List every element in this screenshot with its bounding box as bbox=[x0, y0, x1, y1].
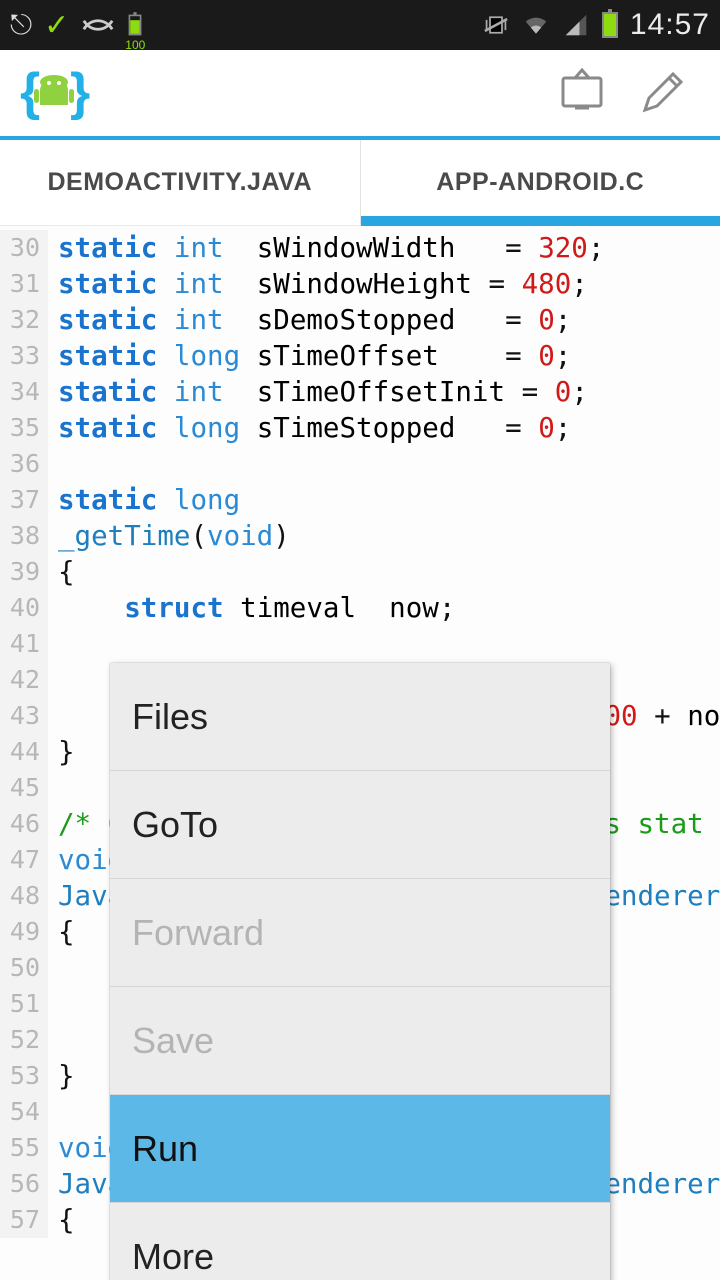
status-time: 14:57 bbox=[630, 8, 710, 42]
menu-item-label: More bbox=[132, 1236, 214, 1278]
line-number: 51 bbox=[0, 986, 48, 1022]
code-content: static int sWindowHeight = 480; bbox=[48, 266, 720, 302]
code-line[interactable]: 33static long sTimeOffset = 0; bbox=[0, 338, 720, 374]
app-logo-icon: { } bbox=[18, 55, 90, 132]
code-line[interactable]: 35static long sTimeStopped = 0; bbox=[0, 410, 720, 446]
vibrate-icon bbox=[482, 13, 510, 37]
line-number: 57 bbox=[0, 1202, 48, 1238]
line-number: 32 bbox=[0, 302, 48, 338]
line-number: 41 bbox=[0, 626, 48, 662]
menu-item-label: Files bbox=[132, 696, 208, 738]
code-content: { bbox=[48, 554, 720, 590]
line-number: 56 bbox=[0, 1166, 48, 1202]
line-number: 40 bbox=[0, 590, 48, 626]
context-menu: Files GoTo Forward Save Run More bbox=[110, 663, 610, 1280]
code-line[interactable]: 39{ bbox=[0, 554, 720, 590]
share-screen-button[interactable] bbox=[542, 58, 622, 128]
menu-item-files[interactable]: Files bbox=[110, 663, 610, 771]
code-content: static long sTimeOffset = 0; bbox=[48, 338, 720, 374]
code-content: static long sTimeStopped = 0; bbox=[48, 410, 720, 446]
line-number: 36 bbox=[0, 446, 48, 482]
code-content: static int sTimeOffsetInit = 0; bbox=[48, 374, 720, 410]
menu-item-label: Forward bbox=[132, 912, 264, 954]
menu-item-save: Save bbox=[110, 987, 610, 1095]
code-line[interactable]: 32static int sDemoStopped = 0; bbox=[0, 302, 720, 338]
line-number: 33 bbox=[0, 338, 48, 374]
code-line[interactable]: 34static int sTimeOffsetInit = 0; bbox=[0, 374, 720, 410]
usb-icon: ⎋ bbox=[10, 9, 32, 42]
line-number: 47 bbox=[0, 842, 48, 878]
line-number: 44 bbox=[0, 734, 48, 770]
line-number: 49 bbox=[0, 914, 48, 950]
file-tabs: DEMOACTIVITY.JAVA APP-ANDROID.C bbox=[0, 140, 720, 226]
menu-item-run[interactable]: Run bbox=[110, 1095, 610, 1203]
battery-right-icon bbox=[602, 12, 618, 38]
code-content: static int sDemoStopped = 0; bbox=[48, 302, 720, 338]
code-line[interactable]: 38_getTime(void) bbox=[0, 518, 720, 554]
line-number: 37 bbox=[0, 482, 48, 518]
line-number: 38 bbox=[0, 518, 48, 554]
line-number: 42 bbox=[0, 662, 48, 698]
code-editor[interactable]: 30static int sWindowWidth = 320;31static… bbox=[0, 226, 720, 1280]
menu-item-more[interactable]: More bbox=[110, 1203, 610, 1280]
line-number: 45 bbox=[0, 770, 48, 806]
menu-item-label: GoTo bbox=[132, 804, 218, 846]
app-action-bar: { } bbox=[0, 50, 720, 140]
menu-item-goto[interactable]: GoTo bbox=[110, 771, 610, 879]
menu-item-forward: Forward bbox=[110, 879, 610, 987]
line-number: 53 bbox=[0, 1058, 48, 1094]
tab-label: DEMOACTIVITY.JAVA bbox=[47, 168, 312, 197]
tab-app-android-c[interactable]: APP-ANDROID.C bbox=[360, 140, 720, 225]
line-number: 46 bbox=[0, 806, 48, 842]
edit-button[interactable] bbox=[622, 58, 702, 128]
line-number: 52 bbox=[0, 1022, 48, 1058]
code-content: static long bbox=[48, 482, 720, 518]
line-number: 43 bbox=[0, 698, 48, 734]
line-number: 39 bbox=[0, 554, 48, 590]
code-content bbox=[48, 446, 720, 482]
tab-demoactivity-java[interactable]: DEMOACTIVITY.JAVA bbox=[0, 140, 360, 225]
code-line[interactable]: 37static long bbox=[0, 482, 720, 518]
code-content: struct timeval now; bbox=[48, 590, 720, 626]
code-line[interactable]: 31static int sWindowHeight = 480; bbox=[0, 266, 720, 302]
android-status-bar: ⎋ ✓ 100 14:57 bbox=[0, 0, 720, 50]
line-number: 54 bbox=[0, 1094, 48, 1130]
battery-left-icon: 100 bbox=[127, 12, 143, 38]
sync-icon bbox=[81, 13, 115, 37]
code-content: _getTime(void) bbox=[48, 518, 720, 554]
line-number: 50 bbox=[0, 950, 48, 986]
cell-signal-icon bbox=[562, 13, 590, 37]
line-number: 35 bbox=[0, 410, 48, 446]
code-line[interactable]: 36 bbox=[0, 446, 720, 482]
code-line[interactable]: 40 struct timeval now; bbox=[0, 590, 720, 626]
code-content bbox=[48, 626, 720, 662]
code-content: static int sWindowWidth = 320; bbox=[48, 230, 720, 266]
code-line[interactable]: 30static int sWindowWidth = 320; bbox=[0, 230, 720, 266]
tab-label: APP-ANDROID.C bbox=[436, 168, 644, 197]
menu-item-label: Save bbox=[132, 1020, 214, 1062]
wifi-icon bbox=[522, 13, 550, 37]
line-number: 55 bbox=[0, 1130, 48, 1166]
menu-item-label: Run bbox=[132, 1128, 198, 1170]
check-icon: ✓ bbox=[44, 8, 69, 43]
line-number: 48 bbox=[0, 878, 48, 914]
code-line[interactable]: 41 bbox=[0, 626, 720, 662]
line-number: 34 bbox=[0, 374, 48, 410]
line-number: 30 bbox=[0, 230, 48, 266]
line-number: 31 bbox=[0, 266, 48, 302]
